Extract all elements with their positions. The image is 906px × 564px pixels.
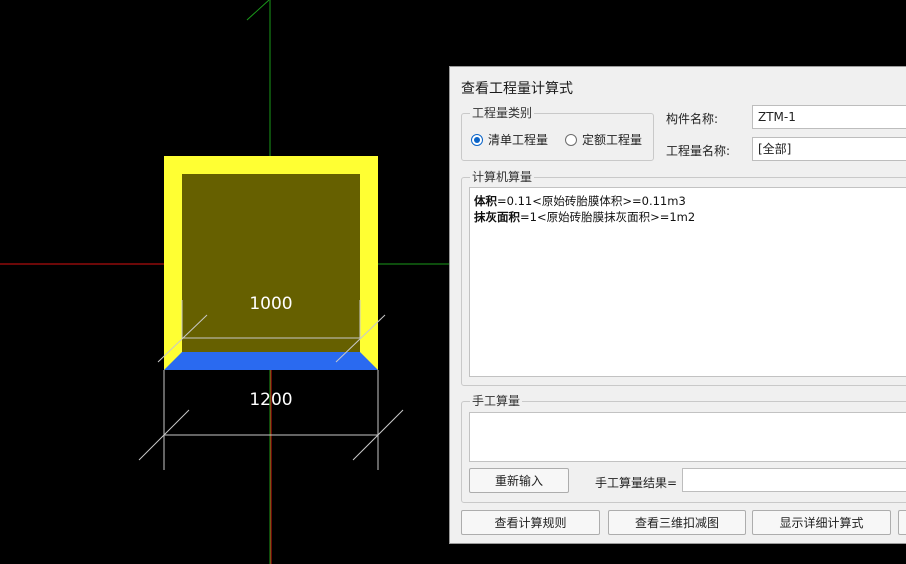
component-name-field[interactable]: ZTM-1 [752,105,906,129]
radio-unchecked-icon [565,133,577,146]
manual-calc-input[interactable] [469,412,906,462]
view-3d-button[interactable]: 查看三维扣减图 [608,510,746,535]
brick-mold-inner[interactable] [182,174,360,352]
quantity-name-field[interactable]: [全部] [752,137,906,161]
manual-result-field[interactable] [682,468,906,492]
computer-calc-text[interactable]: 体积=0.11<原始砖胎膜体积>=0.11m3 抹灰面积=1<原始砖胎膜抹灰面积… [469,187,906,377]
radio-checked-icon [471,133,483,146]
show-detail-button[interactable]: 显示详细计算式 [752,510,891,535]
component-name-label: 构件名称: [666,112,719,126]
more-button[interactable] [898,510,906,535]
quantity-type-label: 工程量类别 [470,106,535,120]
radio-bill-quantity-label: 清单工程量 [488,133,549,147]
reenter-button[interactable]: 重新输入 [469,468,569,493]
quantity-type-group: 工程量类别 清单工程量 定额工程量 [461,106,654,161]
radio-bill-quantity[interactable]: 清单工程量 [471,131,548,148]
computer-calc-label: 计算机算量 [470,170,535,184]
manual-result-label: 手工算量结果= [595,476,678,490]
radio-quota-quantity[interactable]: 定额工程量 [565,131,642,148]
calc-line-volume: 体积=0.11<原始砖胎膜体积>=0.11m3 [474,194,686,208]
brick-mold-base[interactable] [164,352,378,370]
quantity-name-label: 工程量名称: [666,144,731,158]
dimension-inner-label: 1000 [249,294,292,314]
dimension-outer-label: 1200 [249,390,292,410]
axis-diagonal-green [246,0,270,21]
dialog-title: 查看工程量计算式 [461,81,573,97]
view-rules-button[interactable]: 查看计算规则 [461,510,600,535]
calc-line-plaster-area: 抹灰面积=1<原始砖胎膜抹灰面积>=1m2 [474,210,696,224]
manual-calc-label: 手工算量 [470,394,523,408]
radio-quota-quantity-label: 定额工程量 [582,133,643,147]
quantity-formula-dialog: 查看工程量计算式 工程量类别 清单工程量 定额工程量 构件名称: ZTM-1 工… [449,66,906,544]
